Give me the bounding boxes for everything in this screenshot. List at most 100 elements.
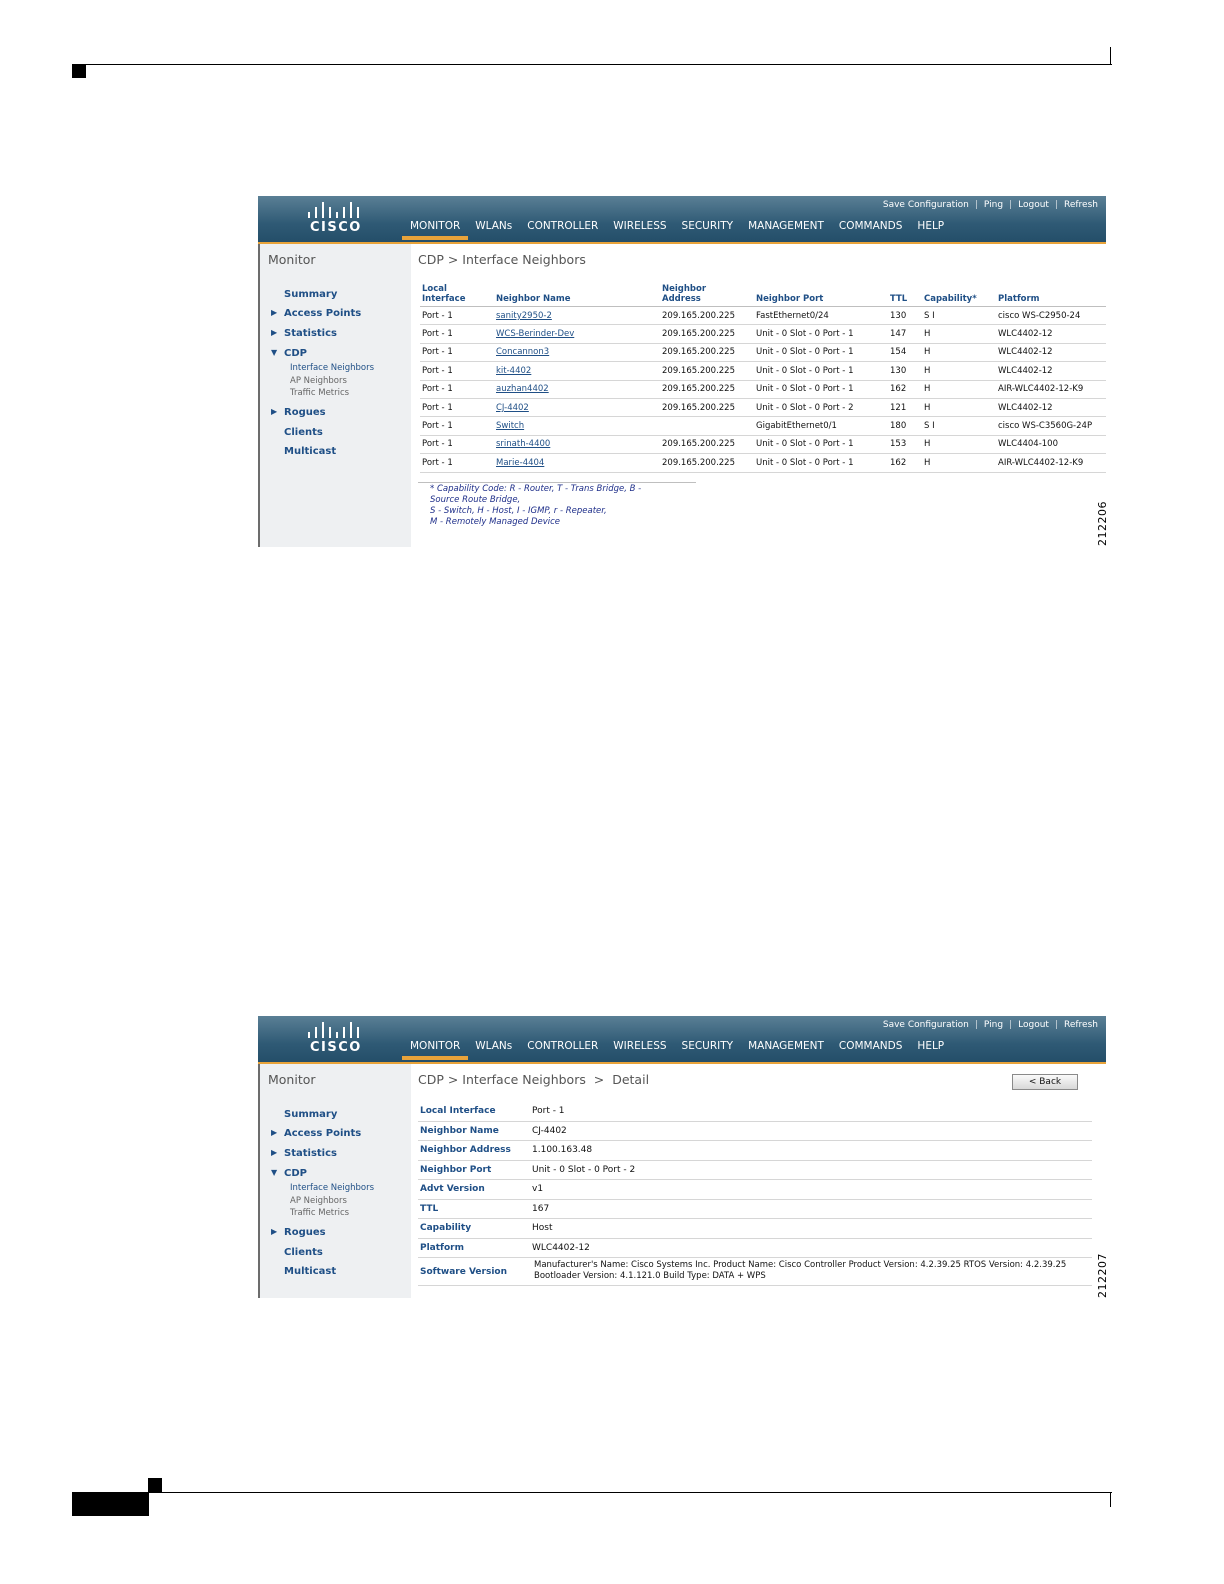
figure-number: 212207	[1096, 1253, 1109, 1298]
detail-value: Unit - 0 Slot - 0 Port - 2	[532, 1164, 636, 1175]
tab-monitor[interactable]: MONITOR	[401, 220, 469, 240]
tab-management[interactable]: MANAGEMENT	[748, 220, 824, 236]
sidebar-item-summary[interactable]: Summary	[284, 1109, 337, 1120]
logout-link[interactable]: Logout	[1018, 1020, 1049, 1030]
expand-right-icon[interactable]: ▶	[271, 1128, 277, 1137]
tab-wlans[interactable]: WLANs	[475, 220, 512, 236]
table-cell: Unit - 0 Slot - 0 Port - 2	[754, 398, 888, 418]
neighbor-name-link[interactable]: kit-4402	[494, 361, 660, 381]
neighbor-name-link[interactable]: srinath-4400	[494, 435, 660, 455]
detail-value: 167	[532, 1203, 550, 1214]
detail-row: Software Version Manufacturer's Name: Cis…	[418, 1258, 1092, 1286]
tab-monitor[interactable]: MONITOR	[401, 1040, 469, 1060]
tab-controller[interactable]: CONTROLLER	[527, 220, 598, 236]
capability-note: * Capability Code: R - Router, T - Trans…	[430, 484, 641, 528]
detail-row: Neighbor Address 1.100.163.48	[418, 1141, 1092, 1161]
table-cell: 209.165.200.225	[660, 398, 754, 418]
table-cell: H	[922, 435, 996, 455]
sidebar-item-statistics[interactable]: Statistics	[284, 328, 337, 339]
sidebar-sub-ap-neighbors[interactable]: AP Neighbors	[290, 376, 347, 386]
neighbor-name-link[interactable]: sanity2950-2	[494, 306, 660, 326]
sidebar-sub-interface-neighbors[interactable]: Interface Neighbors	[290, 1183, 374, 1193]
note-line: S - Switch, H - Host, I - IGMP, r - Repe…	[430, 506, 607, 516]
neighbor-name-link[interactable]: CJ-4402	[494, 398, 660, 418]
sidebar-item-rogues[interactable]: Rogues	[284, 1227, 326, 1238]
table-row: Port - 1 Marie-4404 209.165.200.225 Unit - …	[420, 453, 1106, 473]
table-row: Port - 1 WCS-Berinder-Dev 209.165.200.225 U…	[420, 324, 1106, 344]
neighbor-name-link[interactable]: Switch	[494, 416, 660, 436]
tab-controller[interactable]: CONTROLLER	[527, 1040, 598, 1056]
neighbor-name-link[interactable]: WCS-Berinder-Dev	[494, 324, 660, 344]
tab-commands[interactable]: COMMANDS	[839, 220, 903, 236]
refresh-link[interactable]: Refresh	[1064, 1020, 1098, 1030]
footer-page-block	[72, 1493, 149, 1516]
table-cell: 209.165.200.225	[660, 453, 754, 473]
sidebar: Monitor Summary ▶ Access Points ▶ Statis…	[258, 1064, 411, 1298]
tab-management[interactable]: MANAGEMENT	[748, 1040, 824, 1056]
save-configuration-link[interactable]: Save Configuration	[883, 200, 969, 210]
table-cell: WLC4402-12	[996, 398, 1106, 418]
save-configuration-link[interactable]: Save Configuration	[883, 1020, 969, 1030]
collapse-down-icon[interactable]: ▼	[271, 1168, 277, 1177]
ping-link[interactable]: Ping	[984, 200, 1003, 210]
tab-security[interactable]: SECURITY	[682, 1040, 734, 1056]
logout-link[interactable]: Logout	[1018, 200, 1049, 210]
logo-text: CISCO	[310, 220, 362, 235]
sidebar-sub-traffic-metrics[interactable]: Traffic Metrics	[290, 388, 349, 398]
sidebar-sub-traffic-metrics[interactable]: Traffic Metrics	[290, 1208, 349, 1218]
sidebar-item-statistics[interactable]: Statistics	[284, 1148, 337, 1159]
refresh-link[interactable]: Refresh	[1064, 200, 1098, 210]
collapse-down-icon[interactable]: ▼	[271, 348, 277, 357]
sidebar-item-summary[interactable]: Summary	[284, 289, 337, 300]
expand-right-icon[interactable]: ▶	[271, 308, 277, 317]
table-cell: Port - 1	[420, 416, 494, 436]
tab-security[interactable]: SECURITY	[682, 220, 734, 236]
table-cell: 130	[888, 361, 922, 381]
table-cell: GigabitEthernet0/1	[754, 416, 888, 436]
tab-help[interactable]: HELP	[917, 220, 944, 236]
utility-links: Save Configuration | Ping | Logout | Refresh	[882, 200, 1098, 210]
sidebar-item-rogues[interactable]: Rogues	[284, 407, 326, 418]
column-header: Platform	[996, 284, 1106, 307]
sidebar-item-cdp[interactable]: CDP	[284, 1168, 307, 1179]
note-line: * Capability Code: R - Router, T - Trans…	[430, 484, 642, 494]
table-cell: Port - 1	[420, 398, 494, 418]
sidebar-item-access-points[interactable]: Access Points	[284, 308, 361, 319]
detail-label: Platform	[420, 1242, 464, 1253]
neighbor-name-link[interactable]: auzhan4402	[494, 380, 660, 399]
expand-right-icon[interactable]: ▶	[271, 1148, 277, 1157]
table-cell: WLC4404-100	[996, 435, 1106, 455]
tab-wireless[interactable]: WIRELESS	[613, 220, 666, 236]
sidebar-item-access-points[interactable]: Access Points	[284, 1128, 361, 1139]
detail-row: Platform WLC4402-12	[418, 1239, 1092, 1258]
table-row: Port - 1 CJ-4402 209.165.200.225 Unit - 0 S…	[420, 398, 1106, 418]
sidebar-item-cdp[interactable]: CDP	[284, 348, 307, 359]
sidebar-item-multicast[interactable]: Multicast	[284, 1266, 336, 1277]
tab-commands[interactable]: COMMANDS	[839, 1040, 903, 1056]
sidebar-title: Monitor	[268, 1072, 316, 1087]
back-button[interactable]: < Back	[1012, 1074, 1078, 1090]
sidebar: Monitor Summary ▶ Access Points ▶ Statis…	[258, 244, 411, 547]
tab-help[interactable]: HELP	[917, 1040, 944, 1056]
expand-right-icon[interactable]: ▶	[271, 407, 277, 416]
figure-number: 212206	[1096, 501, 1109, 546]
header-rule	[72, 64, 1112, 65]
expand-right-icon[interactable]: ▶	[271, 328, 277, 337]
tab-wlans[interactable]: WLANs	[475, 1040, 512, 1056]
expand-right-icon[interactable]: ▶	[271, 1227, 277, 1236]
neighbor-name-link[interactable]: Marie-4404	[494, 453, 660, 473]
main-content: CDP > Interface Neighbors > Detail < Bac…	[418, 1064, 1106, 1298]
detail-row: Local Interface Port - 1	[418, 1102, 1092, 1122]
neighbor-name-link[interactable]: Concannon3	[494, 343, 660, 363]
tab-wireless[interactable]: WIRELESS	[613, 1040, 666, 1056]
detail-label: Capability	[420, 1223, 472, 1233]
sidebar-sub-ap-neighbors[interactable]: AP Neighbors	[290, 1196, 347, 1206]
detail-value: Host	[532, 1223, 553, 1233]
sidebar-item-clients[interactable]: Clients	[284, 1247, 323, 1258]
sidebar-item-clients[interactable]: Clients	[284, 427, 323, 438]
table-cell: Unit - 0 Slot - 0 Port - 1	[754, 343, 888, 363]
ping-link[interactable]: Ping	[984, 1020, 1003, 1030]
detail-label: TTL	[420, 1203, 439, 1214]
sidebar-item-multicast[interactable]: Multicast	[284, 446, 336, 457]
sidebar-sub-interface-neighbors[interactable]: Interface Neighbors	[290, 363, 374, 373]
